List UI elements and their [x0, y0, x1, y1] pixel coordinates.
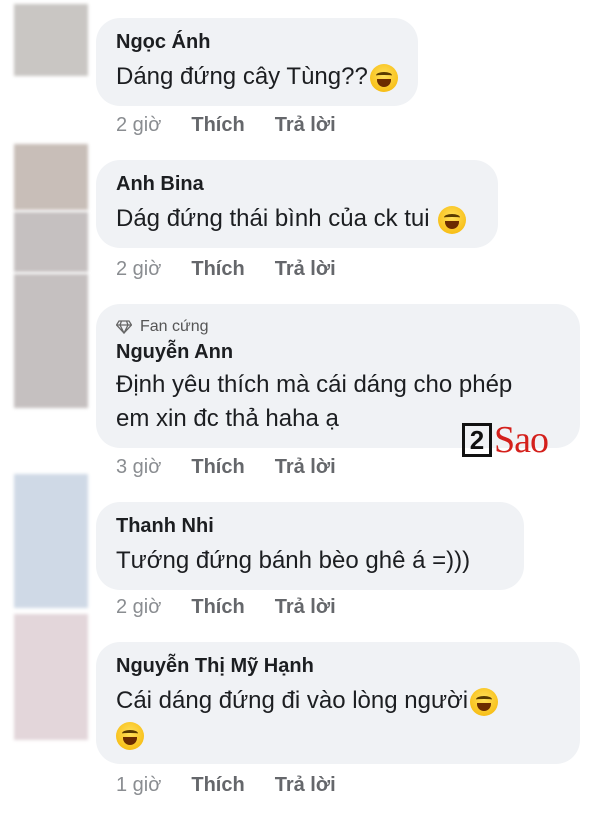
comment-time[interactable]: 3 giờ: [116, 456, 161, 479]
comment-text-body: Dág đứng thái bình của ck tui: [116, 205, 430, 232]
comment-text: Dág đứng thái bình của ck tui: [116, 202, 478, 236]
comment-bubble: Nguyễn Thị Mỹ Hạnh Cái dáng đứng đi vào …: [96, 642, 580, 764]
watermark-text: Sao: [494, 419, 549, 461]
reply-button[interactable]: Trả lời: [275, 114, 336, 137]
comment-text: Dáng đứng cây Tùng??: [116, 60, 398, 94]
comment: Nguyễn Thị Mỹ Hạnh Cái dáng đứng đi vào …: [96, 642, 580, 764]
avatar[interactable]: [14, 614, 88, 740]
comment: Thanh Nhi Tướng đứng bánh bèo ghê á =))): [96, 502, 524, 590]
comment-time[interactable]: 1 giờ: [116, 774, 161, 797]
comment-bubble: Thanh Nhi Tướng đứng bánh bèo ghê á =))): [96, 502, 524, 590]
comment-author[interactable]: Thanh Nhi: [116, 514, 504, 538]
comment-author[interactable]: Ngọc Ánh: [116, 30, 398, 54]
comment-actions: 2 giờ Thích Trả lời: [116, 114, 336, 137]
like-button[interactable]: Thích: [191, 774, 244, 797]
laughing-tears-emoji-icon: [470, 687, 499, 716]
comment-actions: 2 giờ Thích Trả lời: [116, 258, 336, 281]
avatar[interactable]: [14, 212, 88, 272]
comment-text-body: Dáng đứng cây Tùng??: [116, 63, 368, 90]
avatar[interactable]: [14, 4, 88, 76]
comment-bubble: Ngọc Ánh Dáng đứng cây Tùng??: [96, 18, 418, 106]
like-button[interactable]: Thích: [191, 456, 244, 479]
comment: Ngọc Ánh Dáng đứng cây Tùng??: [96, 18, 418, 106]
fan-badge: Fan cứng: [116, 318, 560, 336]
comment: Anh Bina Dág đứng thái bình của ck tui: [96, 160, 498, 248]
diamond-icon: [116, 320, 132, 334]
comment-author[interactable]: Nguyễn Ann: [116, 340, 560, 364]
reply-button[interactable]: Trả lời: [275, 774, 336, 797]
comment-actions: 3 giờ Thích Trả lời: [116, 456, 336, 479]
comment-text: Tướng đứng bánh bèo ghê á =))): [116, 547, 471, 574]
comment-time[interactable]: 2 giờ: [116, 114, 161, 137]
comment-text-body: Cái dáng đứng đi vào lòng người: [116, 687, 469, 714]
reply-button[interactable]: Trả lời: [275, 456, 336, 479]
reply-button[interactable]: Trả lời: [275, 258, 336, 281]
comment-text-line: Định yêu thích mà cái dáng cho phép: [116, 371, 513, 398]
avatar[interactable]: [14, 474, 88, 608]
like-button[interactable]: Thích: [191, 258, 244, 281]
avatar[interactable]: [14, 274, 88, 408]
laughing-tears-emoji-icon: [369, 63, 398, 92]
like-button[interactable]: Thích: [191, 114, 244, 137]
comment-actions: 2 giờ Thích Trả lời: [116, 596, 336, 619]
comment-bubble: Anh Bina Dág đứng thái bình của ck tui: [96, 160, 498, 248]
reply-button[interactable]: Trả lời: [275, 596, 336, 619]
comment-time[interactable]: 2 giờ: [116, 258, 161, 281]
comment-time[interactable]: 2 giờ: [116, 596, 161, 619]
laughing-tears-emoji-icon: [116, 721, 144, 750]
comment-author[interactable]: Nguyễn Thị Mỹ Hạnh: [116, 654, 560, 678]
comment-actions: 1 giờ Thích Trả lời: [116, 774, 336, 797]
fan-badge-label: Fan cứng: [140, 318, 209, 335]
watermark-number: 2: [462, 423, 492, 457]
avatar[interactable]: [14, 144, 88, 210]
like-button[interactable]: Thích: [191, 596, 244, 619]
comment-author[interactable]: Anh Bina: [116, 172, 478, 196]
2sao-watermark-logo: 2 Sao: [462, 418, 549, 462]
rolling-laughing-emoji-icon: [438, 205, 467, 234]
comment-text: Cái dáng đứng đi vào lòng người: [116, 684, 560, 752]
